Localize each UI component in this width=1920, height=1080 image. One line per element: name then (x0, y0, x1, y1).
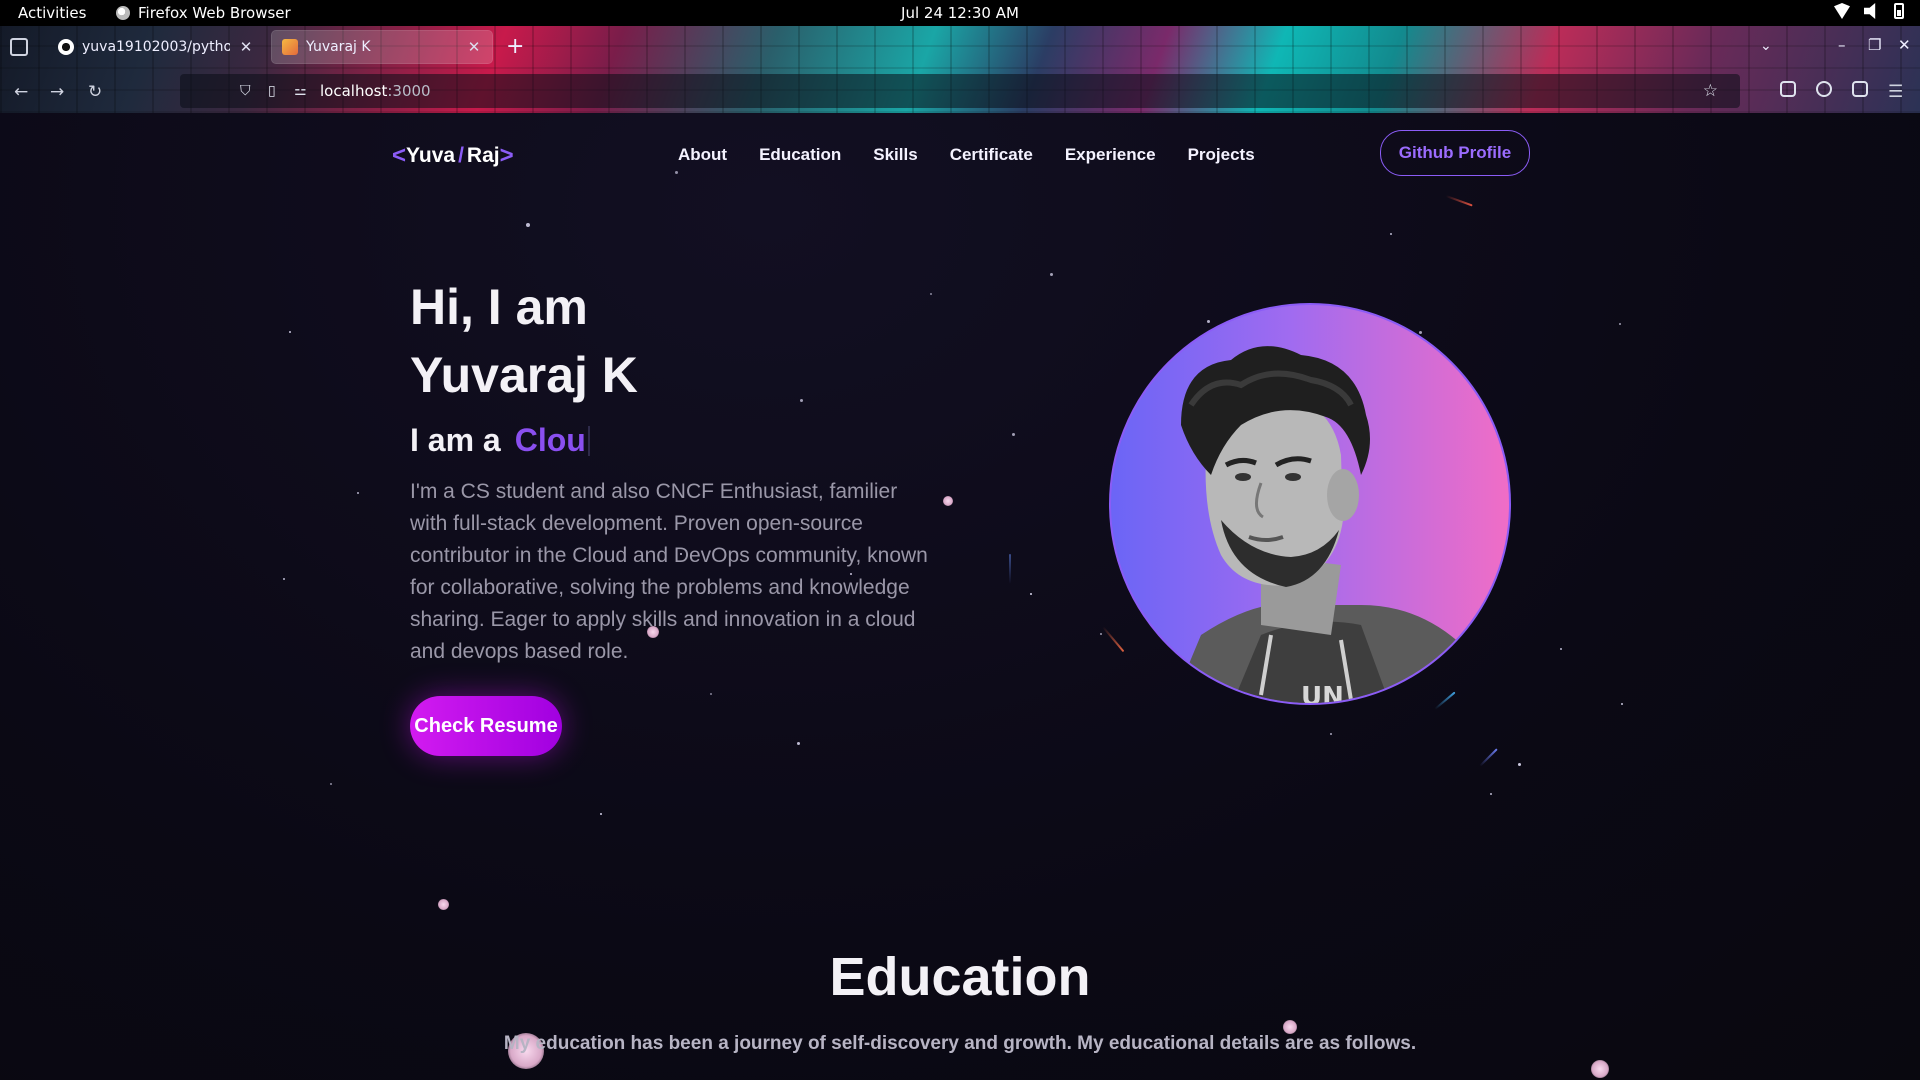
nav-toolbar: ← → ↻ ⛉ ▯ ⚍ localhost:3000 ☆ ☰ (0, 70, 1920, 113)
page-info-icon[interactable]: ▯ (268, 83, 276, 99)
glow-particle (1591, 1060, 1609, 1078)
minimize-icon[interactable]: – (1838, 36, 1846, 54)
hero-heading: Hi, I am Yuvaraj K (410, 273, 638, 409)
star-dot (1390, 233, 1392, 235)
site-logo[interactable]: < Yuva / Raj > (392, 142, 514, 170)
nav-link-education[interactable]: Education (759, 145, 841, 165)
education-heading: Education (0, 946, 1920, 1008)
meteor-streak (1446, 195, 1473, 206)
tab-github[interactable]: yuva19102003/python-d ✕ (48, 31, 264, 63)
svg-text:UN: UN (1301, 682, 1344, 705)
typing-cursor (588, 426, 590, 456)
hero-name: Yuvaraj K (410, 341, 638, 409)
star-dot (1100, 633, 1102, 635)
hero-description: I'm a CS student and also CNCF Enthusias… (410, 476, 930, 668)
site-nav: About Education Skills Certificate Exper… (678, 145, 1255, 165)
meteor-streak (1009, 554, 1011, 584)
browser-chrome: yuva19102003/python-d ✕ Yuvaraj K ✕ + ⌄ … (0, 26, 1920, 113)
url-text[interactable]: localhost:3000 (320, 82, 431, 100)
star-dot (1050, 273, 1053, 276)
tab-portfolio[interactable]: Yuvaraj K ✕ (272, 31, 492, 63)
nav-link-experience[interactable]: Experience (1065, 145, 1156, 165)
glow-particle (943, 496, 953, 506)
nav-link-projects[interactable]: Projects (1188, 145, 1255, 165)
nav-link-certificate[interactable]: Certificate (950, 145, 1033, 165)
star-dot (930, 293, 932, 295)
nav-link-skills[interactable]: Skills (873, 145, 917, 165)
star-dot (1030, 593, 1032, 595)
education-subtitle: My education has been a journey of self-… (0, 1033, 1920, 1055)
tab-title: yuva19102003/python-d (82, 39, 230, 55)
menu-icon[interactable]: ☰ (1888, 82, 1903, 102)
forward-icon[interactable]: → (50, 82, 64, 102)
profile-photo: UN (1109, 303, 1511, 705)
star-dot (1330, 733, 1332, 735)
battery-icon[interactable] (1894, 3, 1904, 19)
volume-icon[interactable] (1864, 3, 1880, 19)
list-all-tabs-icon[interactable]: ⌄ (1760, 38, 1772, 54)
tab-title: Yuvaraj K (306, 39, 458, 55)
shield-icon[interactable]: ⛉ (240, 83, 251, 99)
star-dot (797, 742, 800, 745)
star-dot (357, 492, 359, 494)
nav-link-about[interactable]: About (678, 145, 727, 165)
url-bar[interactable]: ⛉ ▯ ⚍ localhost:3000 ☆ (180, 74, 1740, 108)
activities-button[interactable]: Activities (18, 4, 86, 22)
app-name: Firefox Web Browser (138, 4, 291, 22)
new-tab-button[interactable]: + (506, 34, 524, 59)
star-dot (526, 223, 530, 227)
system-top-bar: Activities Firefox Web Browser Jul 24 12… (0, 0, 1920, 26)
tab-bar: yuva19102003/python-d ✕ Yuvaraj K ✕ + ⌄ … (0, 26, 1920, 70)
firefox-icon (116, 6, 130, 20)
glow-particle (1283, 1020, 1297, 1034)
star-dot (800, 399, 803, 402)
app-menu[interactable]: Firefox Web Browser (116, 4, 291, 22)
hero-greeting: Hi, I am (410, 273, 638, 341)
github-profile-button[interactable]: Github Profile (1380, 130, 1530, 176)
star-dot (1621, 703, 1623, 705)
close-tab-icon[interactable]: ✕ (466, 38, 482, 56)
meteor-streak (1479, 748, 1497, 766)
close-window-icon[interactable]: ✕ (1898, 36, 1911, 54)
star-dot (675, 171, 678, 174)
star-dot (330, 783, 332, 785)
star-dot (710, 693, 712, 695)
star-dot (1490, 793, 1492, 795)
star-dot (289, 331, 291, 333)
pocket-icon[interactable] (1780, 81, 1796, 97)
github-icon (58, 39, 74, 55)
profile-photo-illustration: UN (1111, 305, 1511, 705)
extensions-icon[interactable] (1852, 81, 1868, 97)
role-typed-text: Clou (515, 422, 586, 459)
star-dot (1518, 763, 1521, 766)
permissions-icon[interactable]: ⚍ (294, 83, 307, 99)
account-icon[interactable] (1816, 81, 1832, 97)
tab-overview-icon[interactable] (10, 38, 28, 56)
wifi-icon[interactable] (1834, 3, 1850, 19)
site-favicon (282, 39, 298, 55)
star-dot (1560, 648, 1562, 650)
page-viewport: < Yuva / Raj > About Education Skills Ce… (0, 113, 1920, 1080)
bookmark-star-icon[interactable]: ☆ (1703, 81, 1718, 101)
restore-icon[interactable]: ❐ (1868, 36, 1881, 54)
star-dot (283, 578, 285, 580)
reload-icon[interactable]: ↻ (88, 82, 102, 102)
back-icon[interactable]: ← (14, 82, 28, 102)
role-prefix: I am a (410, 422, 501, 459)
star-dot (600, 813, 602, 815)
role-typewriter: I am a Clou (410, 422, 590, 459)
glow-particle (438, 899, 449, 910)
check-resume-button[interactable]: Check Resume (410, 696, 562, 756)
star-dot (1012, 433, 1015, 436)
star-dot (1619, 323, 1621, 325)
system-tray[interactable] (1834, 3, 1904, 19)
close-tab-icon[interactable]: ✕ (238, 38, 254, 56)
